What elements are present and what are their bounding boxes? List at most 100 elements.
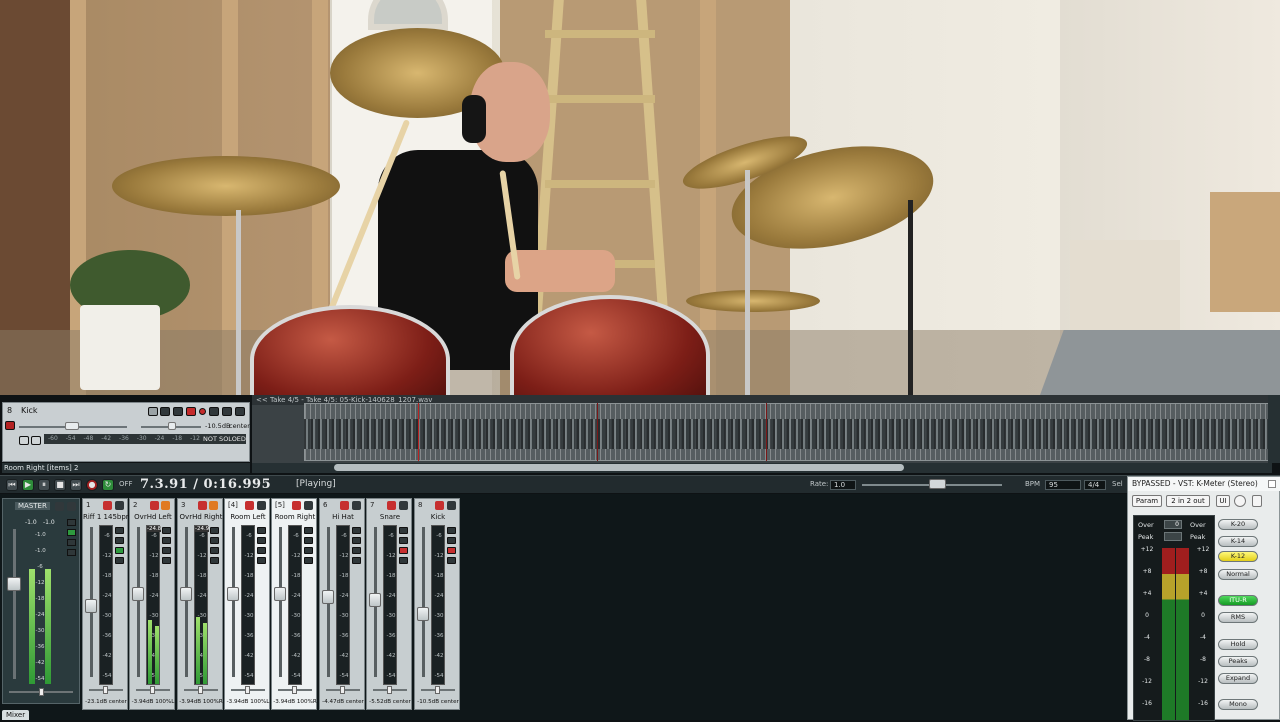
track-name[interactable]: Room Right bbox=[272, 513, 318, 521]
phase-button[interactable] bbox=[209, 407, 219, 416]
k-meter-mode-button[interactable]: K-20 bbox=[1218, 519, 1258, 530]
vertical-scrollbar[interactable] bbox=[1268, 395, 1280, 463]
track-name[interactable]: Snare bbox=[367, 513, 413, 521]
master-pan-knob[interactable] bbox=[39, 688, 44, 696]
play-icon[interactable]: ▶ bbox=[22, 479, 34, 491]
io-button[interactable] bbox=[447, 527, 456, 534]
rate-knob[interactable] bbox=[929, 479, 946, 489]
mute-button[interactable] bbox=[352, 501, 361, 510]
pan-knob[interactable] bbox=[168, 422, 176, 430]
mixer-tab[interactable]: Mixer bbox=[2, 710, 30, 720]
phase-button[interactable] bbox=[399, 557, 408, 564]
volume-fader[interactable] bbox=[322, 590, 334, 604]
off-label[interactable]: OFF bbox=[119, 480, 133, 488]
record-arm-button[interactable] bbox=[103, 501, 112, 510]
enable-checkbox[interactable] bbox=[1252, 495, 1262, 507]
volume-fader[interactable] bbox=[227, 587, 239, 601]
fx-button[interactable] bbox=[352, 547, 361, 554]
k-meter-mode-button[interactable]: RMS bbox=[1218, 612, 1258, 623]
pan-knob[interactable] bbox=[387, 686, 392, 694]
env-button[interactable] bbox=[399, 537, 408, 544]
master-fx-button[interactable] bbox=[67, 529, 76, 536]
mute-button[interactable] bbox=[115, 501, 124, 510]
track-name[interactable]: Kick bbox=[415, 513, 461, 521]
mute-button[interactable] bbox=[222, 407, 232, 416]
phase-button[interactable] bbox=[257, 557, 266, 564]
io-button[interactable] bbox=[115, 527, 124, 534]
track-state-icon[interactable] bbox=[5, 421, 15, 430]
env-button[interactable] bbox=[447, 537, 456, 544]
pan-knob[interactable] bbox=[198, 686, 203, 694]
pan-knob[interactable] bbox=[340, 686, 345, 694]
record-icon[interactable]: ● bbox=[86, 479, 98, 491]
env-button[interactable] bbox=[115, 537, 124, 544]
fx-button[interactable] bbox=[447, 547, 456, 554]
pan-knob[interactable] bbox=[435, 686, 440, 694]
ui-button[interactable]: UI bbox=[1216, 495, 1230, 507]
channel-strip[interactable]: 6 Hi Hat -6 -12 -18 -24 -30 -36 -42 -54 -4.47dB ce… bbox=[319, 498, 365, 710]
volume-knob[interactable] bbox=[65, 422, 79, 430]
pan-knob[interactable] bbox=[103, 686, 108, 694]
phase-button[interactable] bbox=[210, 557, 219, 564]
param-button[interactable]: Param bbox=[1132, 495, 1162, 507]
fx-button[interactable] bbox=[399, 547, 408, 554]
track-name[interactable]: Riff 1 145bpm bbox=[83, 513, 129, 521]
io-button[interactable] bbox=[352, 527, 361, 534]
volume-fader[interactable] bbox=[417, 607, 429, 621]
io-routing-button[interactable]: 2 in 2 out bbox=[1166, 495, 1210, 507]
record-arm-button[interactable] bbox=[340, 501, 349, 510]
fx-button[interactable] bbox=[186, 407, 196, 416]
channel-strip[interactable]: 2 OvrHd Left -6 -12 -18 -24 -30 -36 -42 -54 -24.8-… bbox=[129, 498, 175, 710]
mute-button[interactable] bbox=[161, 501, 170, 510]
master-solo-button[interactable] bbox=[67, 502, 76, 511]
io-button[interactable] bbox=[160, 407, 170, 416]
solo-button[interactable] bbox=[235, 407, 245, 416]
channel-strip[interactable]: 1 Riff 1 145bpm -6 -12 -18 -24 -30 -36 -42 -54 -23… bbox=[82, 498, 129, 710]
folder-icon[interactable] bbox=[148, 407, 158, 416]
record-arm-button[interactable] bbox=[199, 408, 206, 415]
rewind-icon[interactable]: ⏮ bbox=[6, 479, 18, 491]
pause-icon[interactable]: ⏸ bbox=[38, 479, 50, 491]
env-button[interactable] bbox=[304, 537, 313, 544]
scroll-thumb[interactable] bbox=[334, 464, 904, 471]
forward-icon[interactable]: ⏭ bbox=[70, 479, 82, 491]
record-arm-button[interactable] bbox=[387, 501, 396, 510]
k-meter-mode-button[interactable]: Normal bbox=[1218, 569, 1258, 580]
pan-knob[interactable] bbox=[292, 686, 297, 694]
io-button[interactable] bbox=[210, 527, 219, 534]
volume-fader[interactable] bbox=[369, 593, 381, 607]
mute-button[interactable] bbox=[209, 501, 218, 510]
io-button[interactable] bbox=[304, 527, 313, 534]
fx-button[interactable] bbox=[115, 547, 124, 554]
channel-strip[interactable]: [4] Room Left -6 -12 -18 -24 -30 -36 -42 -54 -3.94… bbox=[224, 498, 270, 710]
record-arm-button[interactable] bbox=[292, 501, 301, 510]
env-button[interactable] bbox=[352, 537, 361, 544]
k-meter-mode-button[interactable]: ITU-R bbox=[1218, 595, 1258, 606]
master-mono-button[interactable] bbox=[67, 549, 76, 556]
channel-strip[interactable]: 3 OvrHd Right -6 -12 -18 -24 -30 -36 -42 -54 -24.9… bbox=[177, 498, 223, 710]
env-button[interactable] bbox=[162, 537, 171, 544]
track-name[interactable]: Room Left bbox=[225, 513, 271, 521]
channel-strip[interactable]: 7 Snare -6 -12 -18 -24 -30 -36 -42 -54 -5.52dB cen… bbox=[366, 498, 412, 710]
track-name[interactable]: Hi Hat bbox=[320, 513, 366, 521]
phase-button[interactable] bbox=[447, 557, 456, 564]
master-fader-knob[interactable] bbox=[7, 577, 21, 591]
env-button[interactable] bbox=[210, 537, 219, 544]
pan-knob[interactable] bbox=[150, 686, 155, 694]
master-mute-button[interactable] bbox=[55, 502, 64, 511]
phase-button[interactable] bbox=[352, 557, 361, 564]
volume-fader[interactable] bbox=[180, 587, 192, 601]
horizontal-scrollbar[interactable] bbox=[252, 463, 1272, 473]
k-meter-mode-button[interactable]: Peaks bbox=[1218, 656, 1258, 667]
io-button[interactable] bbox=[257, 527, 266, 534]
mute-button[interactable] bbox=[447, 501, 456, 510]
close-icon[interactable] bbox=[1268, 480, 1276, 488]
k-meter-mode-button[interactable]: Hold bbox=[1218, 639, 1258, 650]
track-name[interactable]: OvrHd Right bbox=[178, 513, 224, 521]
k-meter-mode-button[interactable]: K-14 bbox=[1218, 536, 1258, 547]
channel-strip[interactable]: 8 Kick -6 -12 -18 -24 -30 -36 -42 -54 -10.5dB cent… bbox=[414, 498, 460, 710]
bpm-field[interactable]: 95 bbox=[1045, 480, 1081, 490]
phase-button[interactable] bbox=[115, 557, 124, 564]
channel-strip[interactable]: [5] Room Right -6 -12 -18 -24 -30 -36 -42 -54 -3.9… bbox=[271, 498, 317, 710]
record-arm-button[interactable] bbox=[198, 501, 207, 510]
